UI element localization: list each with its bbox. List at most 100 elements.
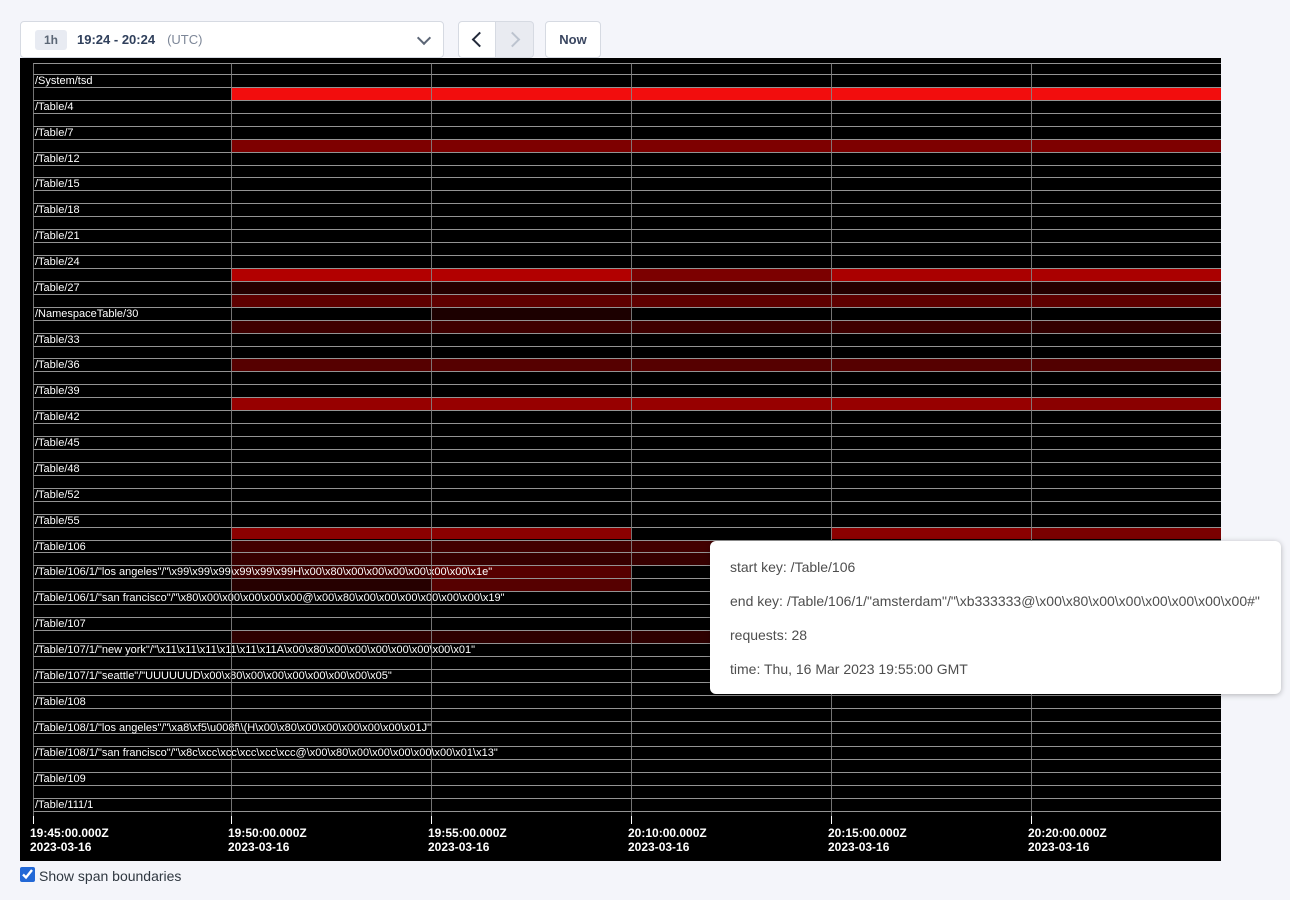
- heatmap-bucket[interactable]: [631, 140, 831, 152]
- heatmap-bucket[interactable]: [631, 88, 831, 100]
- heatmap-bucket[interactable]: [631, 295, 831, 307]
- heatmap-bucket[interactable]: [831, 295, 1031, 307]
- heatmap-row[interactable]: /Table/24: [20, 255, 1221, 281]
- heatmap-bucket[interactable]: [631, 359, 831, 371]
- x-axis-label: 19:55:00.000Z2023-03-16: [428, 826, 507, 854]
- heatmap-row[interactable]: /Table/12: [20, 152, 1221, 178]
- heatmap-bucket[interactable]: [431, 631, 631, 643]
- heatmap-row[interactable]: /Table/36: [20, 358, 1221, 384]
- heatmap-bucket[interactable]: [431, 398, 631, 410]
- heatmap-bucket[interactable]: [231, 269, 431, 281]
- heatmap-row[interactable]: /Table/33: [20, 333, 1221, 359]
- heatmap-bucket[interactable]: [431, 88, 631, 100]
- key-visualizer-heatmap[interactable]: /System/tsd/Table/4/Table/7/Table/12/Tab…: [20, 58, 1221, 861]
- timezone-label: (UTC): [167, 32, 202, 47]
- heatmap-bucket[interactable]: [231, 631, 431, 643]
- now-button[interactable]: Now: [545, 21, 601, 58]
- heatmap-row[interactable]: /Table/48: [20, 462, 1221, 488]
- heatmap-bucket[interactable]: [831, 282, 1031, 294]
- heatmap-row[interactable]: /Table/109: [20, 772, 1221, 798]
- prev-time-button[interactable]: [458, 21, 496, 58]
- heatmap-bucket[interactable]: [831, 140, 1031, 152]
- heatmap-row[interactable]: /Table/4: [20, 100, 1221, 126]
- heatmap-row[interactable]: /Table/55: [20, 514, 1221, 540]
- heatmap-bucket[interactable]: [231, 282, 431, 294]
- tooltip-start-key: start key: /Table/106: [730, 550, 1261, 584]
- heatmap-bucket[interactable]: [231, 140, 431, 152]
- heatmap-bucket[interactable]: [231, 398, 431, 410]
- heatmap-band: [20, 321, 1221, 333]
- heatmap-bucket[interactable]: [831, 528, 1031, 540]
- x-axis-label: 20:20:00.000Z2023-03-16: [1028, 826, 1107, 854]
- row-key-label: /Table/52: [35, 489, 80, 501]
- heatmap-bucket[interactable]: [231, 321, 431, 333]
- heatmap-bucket[interactable]: [631, 398, 831, 410]
- chevron-down-icon: [417, 30, 431, 44]
- heatmap-row[interactable]: /Table/42: [20, 410, 1221, 436]
- heatmap-bucket[interactable]: [231, 295, 431, 307]
- heatmap-row[interactable]: /Table/21: [20, 229, 1221, 255]
- heatmap-row[interactable]: /Table/45: [20, 436, 1221, 462]
- span-boundary-line: [33, 139, 1221, 140]
- heatmap-bucket[interactable]: [831, 398, 1031, 410]
- heatmap-bucket[interactable]: [231, 541, 431, 553]
- row-key-label: /NamespaceTable/30: [35, 308, 138, 320]
- heatmap-row[interactable]: /Table/15: [20, 177, 1221, 203]
- heatmap-bucket[interactable]: [831, 88, 1031, 100]
- heatmap-row[interactable]: /Table/7: [20, 126, 1221, 152]
- heatmap-row[interactable]: /Table/108/1/"los angeles"/"\xa8\xf5\u00…: [20, 721, 1221, 747]
- heatmap-bucket[interactable]: [431, 553, 631, 565]
- heatmap-bucket[interactable]: [431, 140, 631, 152]
- heatmap-bucket[interactable]: [431, 308, 631, 320]
- heatmap-row[interactable]: /Table/27: [20, 281, 1221, 307]
- heatmap-row[interactable]: /Table/39: [20, 384, 1221, 410]
- heatmap-bucket[interactable]: [231, 359, 431, 371]
- heatmap-row[interactable]: /Table/108/1/"san francisco"/"\x8c\xcc\x…: [20, 746, 1221, 772]
- duration-chip: 1h: [35, 30, 67, 50]
- heatmap-row[interactable]: /System/tsd: [20, 74, 1221, 100]
- heatmap-bucket[interactable]: [431, 579, 631, 591]
- heatmap-bucket[interactable]: [1031, 88, 1221, 100]
- heatmap-bucket[interactable]: [431, 282, 631, 294]
- heatmap-bucket[interactable]: [231, 553, 431, 565]
- heatmap-bucket[interactable]: [1031, 295, 1221, 307]
- heatmap-row[interactable]: /Table/111/1: [20, 798, 1221, 824]
- heatmap-bucket[interactable]: [1031, 269, 1221, 281]
- next-time-button[interactable]: [496, 21, 534, 58]
- row-key-label: /Table/45: [35, 437, 80, 449]
- heatmap-bucket[interactable]: [231, 528, 431, 540]
- heatmap-bucket[interactable]: [1031, 321, 1221, 333]
- axis-tick: [831, 816, 832, 824]
- row-key-label: /Table/111/1: [35, 799, 93, 811]
- heatmap-row[interactable]: /Table/52: [20, 488, 1221, 514]
- heatmap-bucket[interactable]: [431, 528, 631, 540]
- heatmap-bucket[interactable]: [831, 359, 1031, 371]
- heatmap-bucket[interactable]: [231, 579, 431, 591]
- heatmap-bucket[interactable]: [431, 295, 631, 307]
- heatmap-bucket[interactable]: [1031, 282, 1221, 294]
- span-boundary-line: [33, 488, 1221, 489]
- heatmap-bucket[interactable]: [631, 321, 831, 333]
- heatmap-bucket[interactable]: [231, 88, 431, 100]
- heatmap-bucket[interactable]: [431, 269, 631, 281]
- row-key-label: /Table/24: [35, 256, 80, 268]
- heatmap-bucket[interactable]: [1031, 398, 1221, 410]
- heatmap-row[interactable]: /NamespaceTable/30: [20, 307, 1221, 333]
- heatmap-row[interactable]: /Table/18: [20, 203, 1221, 229]
- heatmap-bucket[interactable]: [831, 269, 1031, 281]
- span-boundary-line: [33, 152, 1221, 153]
- time-range-selector[interactable]: 1h 19:24 - 20:24 (UTC): [20, 21, 444, 58]
- heatmap-bucket[interactable]: [631, 282, 831, 294]
- heatmap-bucket[interactable]: [1031, 140, 1221, 152]
- heatmap-bucket[interactable]: [431, 321, 631, 333]
- heatmap-bucket[interactable]: [431, 359, 631, 371]
- heatmap-bucket[interactable]: [431, 541, 631, 553]
- heatmap-row[interactable]: /Table/108: [20, 695, 1221, 721]
- heatmap-bucket[interactable]: [1031, 528, 1221, 540]
- heatmap-bucket[interactable]: [631, 269, 831, 281]
- heatmap-bucket[interactable]: [1031, 359, 1221, 371]
- heatmap-bucket[interactable]: [831, 321, 1031, 333]
- span-boundary-line: [33, 527, 1221, 528]
- show-span-boundaries-checkbox[interactable]: [20, 867, 35, 882]
- bucket-tooltip: start key: /Table/106 end key: /Table/10…: [710, 541, 1281, 694]
